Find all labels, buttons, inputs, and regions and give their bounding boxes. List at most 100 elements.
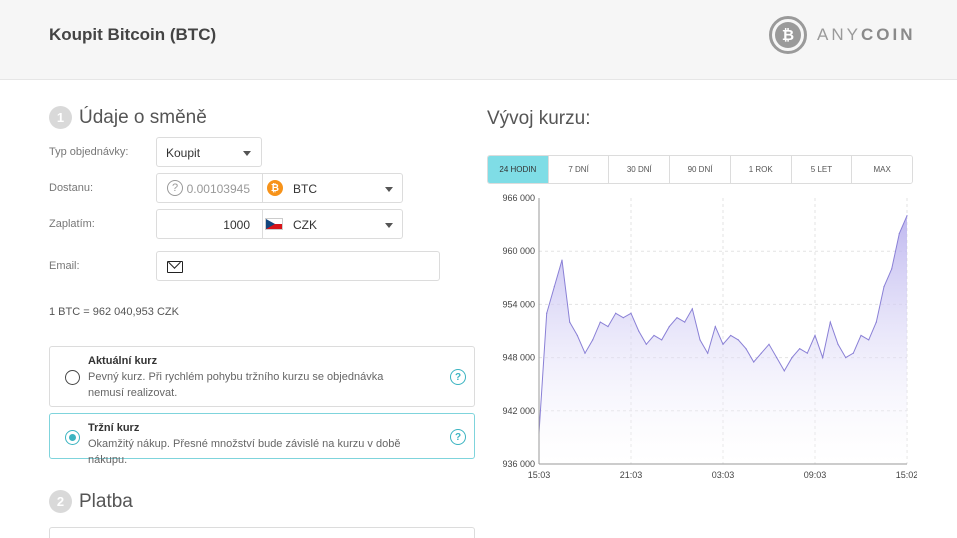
price-point [730, 334, 732, 337]
price-point [707, 352, 709, 354]
price-point [561, 259, 563, 261]
bitcoin-logo-icon: ₿ [775, 22, 801, 48]
tab-24h[interactable]: 24 HODIN [488, 156, 549, 183]
tab-7d[interactable]: 7 DNÍ [548, 156, 610, 183]
option-title: Aktuální kurz [88, 355, 158, 367]
price-point [622, 317, 624, 319]
help-icon[interactable]: ? [450, 429, 466, 445]
section-payment-heading: 2 Platba [49, 490, 133, 513]
price-point [676, 317, 678, 319]
pay-amount[interactable]: 1000 [223, 218, 250, 232]
y-tick-label: 942 000 [502, 406, 535, 416]
tab-30d[interactable]: 30 DNÍ [609, 156, 671, 183]
receive-amount[interactable]: 0.00103945 [187, 182, 250, 196]
radio-market-rate[interactable] [65, 430, 80, 445]
order-type-value: Koupit [166, 146, 201, 160]
logo-text-any: ANY [817, 25, 861, 44]
price-point [868, 339, 870, 341]
tab-max[interactable]: MAX [852, 156, 912, 183]
x-tick-label: 15:02 [896, 470, 917, 480]
section-title: Platba [79, 490, 133, 512]
receive-currency[interactable]: BTC [293, 182, 317, 196]
price-point [553, 286, 555, 288]
envelope-icon [167, 261, 183, 273]
price-point [645, 343, 647, 345]
section-exchange-heading: 1 Údaje o směně [49, 106, 207, 129]
price-point [691, 308, 693, 310]
price-point [569, 321, 571, 323]
exchange-rate-text: 1 BTC = 962 040,953 CZK [49, 306, 179, 318]
price-point [699, 339, 701, 341]
price-point [768, 343, 770, 345]
x-tick-label: 03:03 [712, 470, 735, 480]
price-point [576, 334, 578, 337]
price-point [791, 357, 793, 359]
section-title: Údaje o směně [79, 106, 207, 128]
price-point [845, 357, 847, 359]
help-icon[interactable]: ? [167, 180, 183, 196]
y-tick-label: 954 000 [502, 299, 535, 309]
payment-box[interactable] [49, 527, 475, 538]
price-point [615, 312, 617, 314]
price-point [684, 321, 686, 323]
field-divider [262, 210, 263, 238]
step-number: 1 [49, 106, 72, 129]
price-point [668, 325, 670, 328]
price-point [546, 312, 548, 314]
price-point [638, 330, 640, 332]
receive-label: Dostanu: [49, 182, 94, 194]
price-point [898, 232, 900, 235]
price-point [653, 334, 655, 337]
price-point [607, 325, 609, 328]
price-point [799, 348, 801, 350]
email-label: Email: [49, 260, 80, 272]
x-tick-label: 09:03 [804, 470, 827, 480]
price-point [906, 215, 908, 217]
y-tick-label: 960 000 [502, 246, 535, 256]
option-current-rate[interactable]: Aktuální kurz Pevný kurz. Při rychlém po… [49, 346, 475, 407]
price-point [760, 352, 762, 354]
option-title: Tržní kurz [88, 422, 140, 434]
pay-currency[interactable]: CZK [293, 218, 317, 232]
chevron-down-icon [243, 151, 251, 156]
pay-amount-field[interactable]: 1000 CZK [156, 209, 403, 239]
price-point [822, 357, 824, 359]
radio-current-rate[interactable] [65, 370, 80, 385]
email-field[interactable] [156, 251, 440, 281]
order-type-select[interactable]: Koupit [156, 137, 262, 167]
tab-90d[interactable]: 90 DNÍ [670, 156, 731, 183]
period-tabs: 24 HODIN 7 DNÍ 30 DNÍ 90 DNÍ 1 ROK 5 LET… [487, 155, 913, 184]
step-number: 2 [49, 490, 72, 513]
price-point [599, 321, 601, 323]
pay-label: Zaplatím: [49, 218, 95, 230]
price-point [661, 339, 663, 341]
tab-5y[interactable]: 5 LET [791, 156, 853, 183]
price-point [722, 343, 724, 345]
price-point [837, 343, 839, 345]
price-point [753, 361, 755, 363]
price-point [891, 268, 893, 270]
help-icon[interactable]: ? [450, 369, 466, 385]
price-chart: 936 000 942 000 948 000 954 000 960 000 966 0… [502, 193, 917, 480]
price-point [592, 339, 594, 341]
chevron-down-icon[interactable] [385, 187, 393, 192]
field-divider [262, 174, 263, 202]
price-point [584, 352, 586, 354]
price-point [714, 325, 716, 328]
tab-1y[interactable]: 1 ROK [730, 156, 792, 183]
price-point [852, 352, 854, 354]
bitcoin-icon: ₿ [267, 180, 283, 196]
x-tick-label: 15:03 [528, 470, 551, 480]
price-point [776, 357, 778, 359]
price-point [860, 334, 862, 337]
option-description: Pevný kurz. Při rychlém pohybu tržního k… [88, 371, 384, 399]
price-point [829, 321, 831, 323]
order-type-label: Typ objednávky: [49, 146, 129, 158]
option-market-rate[interactable]: Tržní kurz Okamžitý nákup. Přesné množst… [49, 413, 475, 466]
anycoin-logo[interactable]: ₿ ANYCOIN [769, 16, 915, 54]
price-point [783, 370, 785, 372]
receive-amount-field[interactable]: ? 0.00103945 ₿ BTC [156, 173, 403, 203]
page-title: Koupit Bitcoin (BTC) [49, 25, 217, 44]
price-point [806, 352, 808, 354]
chevron-down-icon[interactable] [385, 223, 393, 228]
